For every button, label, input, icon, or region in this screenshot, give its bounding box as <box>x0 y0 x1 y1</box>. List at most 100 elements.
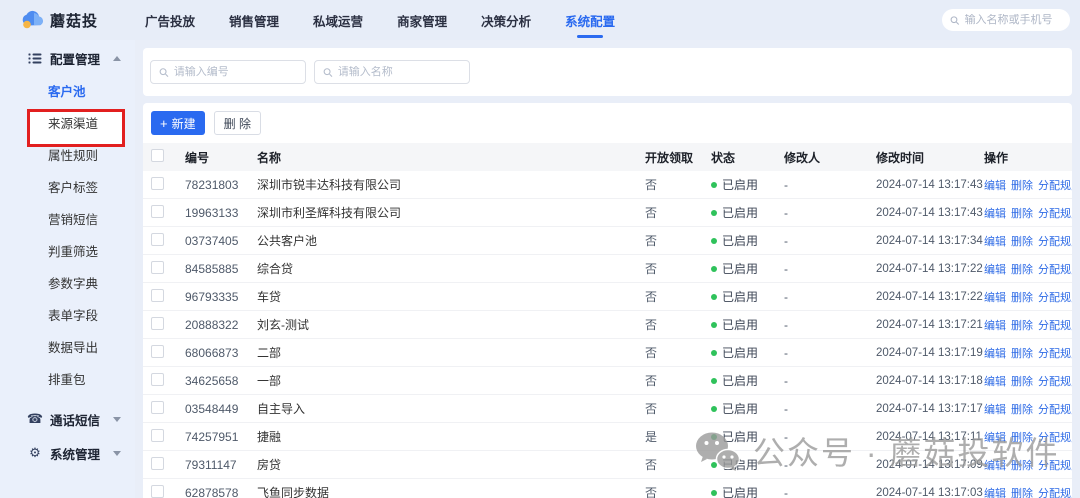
table-row: 19963133 深圳市利圣辉科技有限公司 否 已启用 - 2024-07-14… <box>143 199 1072 227</box>
sidebar-item-attribute-rules[interactable]: 属性规则 <box>0 138 135 170</box>
edit-link[interactable]: 编辑 <box>984 177 1006 193</box>
delete-link[interactable]: 删除 <box>1011 289 1033 305</box>
search-icon <box>323 67 333 78</box>
delete-link[interactable]: 删除 <box>1011 429 1033 445</box>
sidebar-items: 客户池 来源渠道 属性规则 客户标签 营销短信 判重筛选 参数字典 表单字段 数… <box>0 74 135 394</box>
filter-id-field[interactable] <box>150 60 306 84</box>
top-header: 蘑菇投 广告投放 销售管理 私域运营 商家管理 决策分析 系统配置 <box>0 0 1080 40</box>
row-checkbox[interactable] <box>151 205 164 218</box>
assign-rules-link[interactable]: 分配规则 <box>1038 485 1072 498</box>
row-checkbox[interactable] <box>151 373 164 386</box>
cell-time: 2024-07-14 13:17:43 <box>876 207 984 219</box>
row-checkbox[interactable] <box>151 457 164 470</box>
global-search[interactable] <box>942 9 1070 31</box>
assign-rules-link[interactable]: 分配规则 <box>1038 429 1072 445</box>
assign-rules-link[interactable]: 分配规则 <box>1038 261 1072 277</box>
edit-link[interactable]: 编辑 <box>984 429 1006 445</box>
delete-link[interactable]: 删除 <box>1011 261 1033 277</box>
edit-link[interactable]: 编辑 <box>984 373 1006 389</box>
global-search-input[interactable] <box>965 14 1062 26</box>
sidebar-item-data-export[interactable]: 数据导出 <box>0 330 135 362</box>
sidebar-item-dedupe-package[interactable]: 排重包 <box>0 362 135 394</box>
assign-rules-link[interactable]: 分配规则 <box>1038 401 1072 417</box>
delete-button[interactable]: 删 除 <box>214 111 261 135</box>
row-checkbox[interactable] <box>151 261 164 274</box>
assign-rules-link[interactable]: 分配规则 <box>1038 317 1072 333</box>
edit-link[interactable]: 编辑 <box>984 233 1006 249</box>
delete-link[interactable]: 删除 <box>1011 457 1033 473</box>
nav-item-decision-analysis[interactable]: 决策分析 <box>479 5 533 36</box>
assign-rules-link[interactable]: 分配规则 <box>1038 205 1072 221</box>
assign-rules-link[interactable]: 分配规则 <box>1038 457 1072 473</box>
delete-link[interactable]: 删除 <box>1011 373 1033 389</box>
row-checkbox[interactable] <box>151 429 164 442</box>
edit-link[interactable]: 编辑 <box>984 457 1006 473</box>
create-button[interactable]: + 新建 <box>151 111 205 135</box>
sidebar-group-config-management[interactable]: 配置管理 <box>0 42 135 74</box>
assign-rules-link[interactable]: 分配规则 <box>1038 373 1072 389</box>
row-checkbox[interactable] <box>151 401 164 414</box>
cell-editor: - <box>784 262 876 276</box>
data-table: 编号 名称 开放领取 状态 修改人 修改时间 操作 78231803 深圳市锐丰… <box>143 143 1072 498</box>
sidebar-item-source-channel[interactable]: 来源渠道 <box>0 106 135 138</box>
row-checkbox[interactable] <box>151 177 164 190</box>
assign-rules-link[interactable]: 分配规则 <box>1038 233 1072 249</box>
cell-name: 刘玄-测试 <box>257 316 645 333</box>
select-all-checkbox[interactable] <box>151 149 164 162</box>
delete-link[interactable]: 删除 <box>1011 401 1033 417</box>
delete-link[interactable]: 删除 <box>1011 205 1033 221</box>
delete-link[interactable]: 删除 <box>1011 485 1033 498</box>
cell-time: 2024-07-14 13:17:19 <box>876 347 984 359</box>
nav-item-merchant-management[interactable]: 商家管理 <box>395 5 449 36</box>
nav-item-sales-management[interactable]: 销售管理 <box>227 5 281 36</box>
sidebar-item-marketing-sms[interactable]: 营销短信 <box>0 202 135 234</box>
sidebar-group-system-management[interactable]: ⚙ 系统管理 <box>0 436 135 470</box>
delete-link[interactable]: 删除 <box>1011 233 1033 249</box>
sidebar-group-label: 系统管理 <box>50 444 100 463</box>
sidebar-group-call-sms[interactable]: ☎ 通话短信 <box>0 402 135 436</box>
delete-link[interactable]: 删除 <box>1011 317 1033 333</box>
table-row: 03548449 自主导入 否 已启用 - 2024-07-14 13:17:1… <box>143 395 1072 423</box>
row-checkbox[interactable] <box>151 289 164 302</box>
column-header-id: 编号 <box>185 149 257 166</box>
sidebar-item-customer-tags[interactable]: 客户标签 <box>0 170 135 202</box>
delete-link[interactable]: 删除 <box>1011 345 1033 361</box>
sidebar-item-form-fields[interactable]: 表单字段 <box>0 298 135 330</box>
chevron-down-icon <box>113 451 121 456</box>
chevron-down-icon <box>113 417 121 422</box>
edit-link[interactable]: 编辑 <box>984 401 1006 417</box>
assign-rules-link[interactable]: 分配规则 <box>1038 345 1072 361</box>
cell-time: 2024-07-14 13:17:03 <box>876 487 984 498</box>
row-checkbox[interactable] <box>151 233 164 246</box>
nav-item-system-config[interactable]: 系统配置 <box>563 5 617 36</box>
edit-link[interactable]: 编辑 <box>984 205 1006 221</box>
nav-item-ad-delivery[interactable]: 广告投放 <box>143 5 197 36</box>
cell-actions: 编辑 删除 分配规则 <box>984 429 1072 445</box>
edit-link[interactable]: 编辑 <box>984 289 1006 305</box>
row-checkbox[interactable] <box>151 485 164 498</box>
cell-time: 2024-07-14 13:17:21 <box>876 319 984 331</box>
edit-link[interactable]: 编辑 <box>984 485 1006 498</box>
sidebar-item-dedupe-filter[interactable]: 判重筛选 <box>0 234 135 266</box>
assign-rules-link[interactable]: 分配规则 <box>1038 177 1072 193</box>
sidebar-item-customer-pool[interactable]: 客户池 <box>0 74 135 106</box>
delete-link[interactable]: 删除 <box>1011 177 1033 193</box>
edit-link[interactable]: 编辑 <box>984 345 1006 361</box>
sidebar-item-parameter-dict[interactable]: 参数字典 <box>0 266 135 298</box>
filter-name-field[interactable] <box>314 60 470 84</box>
filter-id-input[interactable] <box>174 66 297 78</box>
cell-editor: - <box>784 318 876 332</box>
nav-item-private-domain[interactable]: 私域运营 <box>311 5 365 36</box>
cell-actions: 编辑 删除 分配规则 <box>984 317 1072 333</box>
cell-open: 否 <box>645 176 711 193</box>
cell-status: 已启用 <box>711 288 784 305</box>
edit-link[interactable]: 编辑 <box>984 317 1006 333</box>
edit-link[interactable]: 编辑 <box>984 261 1006 277</box>
filter-name-input[interactable] <box>338 66 461 78</box>
cell-id: 96793335 <box>185 290 257 304</box>
assign-rules-link[interactable]: 分配规则 <box>1038 289 1072 305</box>
sidebar-lower-groups: ☎ 通话短信 ⚙ 系统管理 <box>0 402 135 470</box>
row-checkbox[interactable] <box>151 345 164 358</box>
row-checkbox[interactable] <box>151 317 164 330</box>
cell-editor: - <box>784 486 876 498</box>
